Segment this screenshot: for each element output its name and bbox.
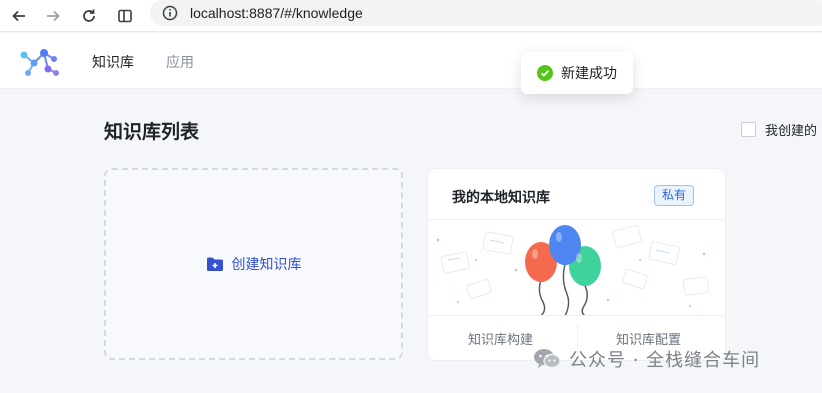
- success-toast: 新建成功: [521, 52, 633, 94]
- url-text: localhost:8887/#/knowledge: [190, 5, 363, 21]
- build-knowledge-button[interactable]: 知识库构建: [468, 329, 533, 348]
- sidebar-icon[interactable]: [112, 3, 138, 29]
- wechat-icon: [533, 348, 561, 370]
- info-icon[interactable]: [160, 3, 180, 23]
- knowledge-base-name: 我的本地知识库: [452, 190, 550, 206]
- forward-arrow-icon[interactable]: [40, 3, 66, 29]
- toast-message: 新建成功: [561, 66, 617, 82]
- create-knowledge-card[interactable]: 创建知识库: [104, 168, 403, 360]
- browser-toolbar: localhost:8887/#/knowledge: [0, 0, 822, 32]
- folder-plus-icon: [206, 256, 224, 272]
- logo-icon: [18, 43, 62, 79]
- watermark-text: 公众号 · 全栈缝合车间: [569, 350, 761, 371]
- reload-icon[interactable]: [76, 3, 102, 29]
- filter-label: 我创建的: [765, 124, 818, 139]
- app-header: 知识库 应用: [0, 33, 822, 89]
- watermark: 公众号 · 全栈缝合车间: [533, 346, 760, 372]
- private-badge: 私有: [654, 185, 694, 206]
- divider: [428, 315, 725, 316]
- filter-checkbox[interactable]: [741, 122, 756, 137]
- page-title: 知识库列表: [104, 121, 200, 143]
- nav-knowledge[interactable]: 知识库: [92, 52, 134, 72]
- my-created-filter[interactable]: 我创建的: [741, 120, 817, 139]
- create-knowledge-button[interactable]: 创建知识库: [206, 254, 302, 274]
- nav-apps[interactable]: 应用: [166, 52, 194, 72]
- create-knowledge-label: 创建知识库: [231, 257, 302, 273]
- knowledge-base-card[interactable]: 我的本地知识库 私有 知识库构建 知识库配置: [427, 168, 726, 361]
- back-arrow-icon[interactable]: [6, 3, 32, 29]
- balloons-illustration: [428, 220, 725, 317]
- check-circle-icon: [537, 65, 553, 81]
- address-bar[interactable]: localhost:8887/#/knowledge: [150, 0, 822, 26]
